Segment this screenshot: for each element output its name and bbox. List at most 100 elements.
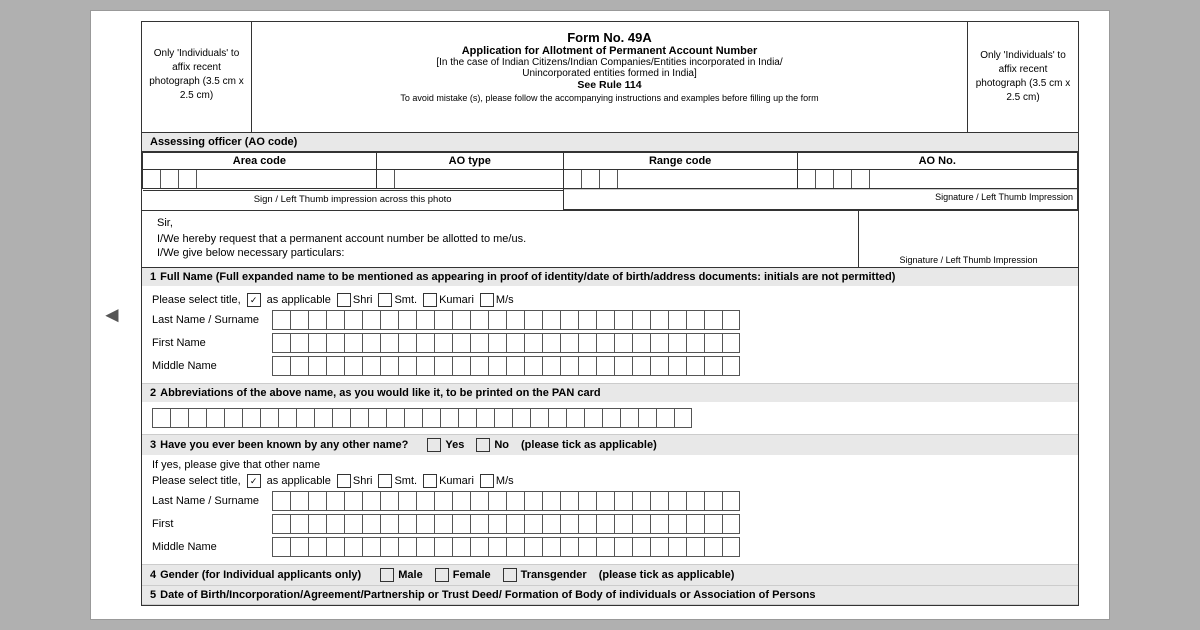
name-input-box-5[interactable] (362, 310, 380, 330)
name-input-box-21[interactable] (650, 514, 668, 534)
name-input-box-16[interactable] (560, 537, 578, 557)
ao-type-cell-2[interactable] (395, 170, 413, 188)
name-input-box-3[interactable] (326, 356, 344, 376)
name-input-box-19[interactable] (614, 356, 632, 376)
name-input-box-2[interactable] (188, 408, 206, 428)
s3-ms-checkbox[interactable] (480, 474, 494, 488)
name-input-box-4[interactable] (344, 310, 362, 330)
name-input-box-2[interactable] (308, 514, 326, 534)
name-input-box-17[interactable] (578, 514, 596, 534)
name-input-box-19[interactable] (494, 408, 512, 428)
name-input-box-10[interactable] (452, 537, 470, 557)
name-input-box-14[interactable] (404, 408, 422, 428)
name-input-box-20[interactable] (632, 537, 650, 557)
name-input-box-7[interactable] (278, 408, 296, 428)
name-input-box-14[interactable] (524, 333, 542, 353)
name-input-box-9[interactable] (434, 356, 452, 376)
name-input-box-21[interactable] (650, 537, 668, 557)
ao-range-cell-2[interactable] (582, 170, 600, 188)
name-input-box-26[interactable] (620, 408, 638, 428)
name-input-box-22[interactable] (668, 537, 686, 557)
name-input-box-2[interactable] (308, 333, 326, 353)
name-input-box-7[interactable] (398, 333, 416, 353)
name-input-box-21[interactable] (530, 408, 548, 428)
name-input-box-24[interactable] (704, 310, 722, 330)
name-input-box-10[interactable] (452, 491, 470, 511)
ao-area-cell-2[interactable] (161, 170, 179, 188)
name-input-box-19[interactable] (614, 310, 632, 330)
name-input-box-20[interactable] (632, 310, 650, 330)
ao-no-cell-4[interactable] (852, 170, 870, 188)
name-input-box-8[interactable] (416, 491, 434, 511)
name-input-box-8[interactable] (416, 356, 434, 376)
name-input-box-11[interactable] (470, 514, 488, 534)
ao-range-cell-1[interactable] (564, 170, 582, 188)
name-input-box-17[interactable] (578, 356, 596, 376)
name-input-box-3[interactable] (206, 408, 224, 428)
name-input-box-23[interactable] (686, 356, 704, 376)
name-input-box-11[interactable] (470, 537, 488, 557)
name-input-box-12[interactable] (488, 491, 506, 511)
name-input-box-25[interactable] (722, 491, 740, 511)
name-input-box-1[interactable] (290, 333, 308, 353)
name-input-box-20[interactable] (632, 514, 650, 534)
back-arrow[interactable]: ◄ (101, 302, 123, 328)
name-input-box-13[interactable] (506, 491, 524, 511)
name-input-box-10[interactable] (452, 356, 470, 376)
name-input-box-23[interactable] (686, 537, 704, 557)
name-input-box-25[interactable] (722, 537, 740, 557)
name-input-box-5[interactable] (362, 356, 380, 376)
name-input-box-15[interactable] (542, 514, 560, 534)
name-input-box-19[interactable] (614, 491, 632, 511)
name-input-box-11[interactable] (470, 310, 488, 330)
name-input-box-10[interactable] (452, 333, 470, 353)
name-input-box-10[interactable] (332, 408, 350, 428)
name-input-box-12[interactable] (488, 310, 506, 330)
name-input-box-24[interactable] (584, 408, 602, 428)
name-input-box-4[interactable] (344, 356, 362, 376)
name-input-box-10[interactable] (452, 514, 470, 534)
name-input-box-6[interactable] (260, 408, 278, 428)
name-input-box-22[interactable] (668, 333, 686, 353)
name-input-box-12[interactable] (488, 514, 506, 534)
name-input-box-15[interactable] (542, 537, 560, 557)
name-input-box-6[interactable] (380, 356, 398, 376)
name-input-box-12[interactable] (488, 356, 506, 376)
name-input-box-27[interactable] (638, 408, 656, 428)
name-input-box-22[interactable] (668, 491, 686, 511)
smt-checkbox[interactable] (378, 293, 392, 307)
name-input-box-1[interactable] (290, 537, 308, 557)
name-input-box-7[interactable] (398, 356, 416, 376)
name-input-box-9[interactable] (434, 333, 452, 353)
name-input-box-20[interactable] (632, 491, 650, 511)
name-input-box-22[interactable] (668, 310, 686, 330)
name-input-box-9[interactable] (434, 514, 452, 534)
transgender-checkbox[interactable] (503, 568, 517, 582)
ao-no-cell-2[interactable] (816, 170, 834, 188)
name-input-box-20[interactable] (632, 333, 650, 353)
name-input-box-11[interactable] (350, 408, 368, 428)
name-input-box-4[interactable] (344, 514, 362, 534)
name-input-box-15[interactable] (542, 491, 560, 511)
name-input-box-17[interactable] (458, 408, 476, 428)
name-input-box-9[interactable] (434, 310, 452, 330)
name-input-box-5[interactable] (362, 491, 380, 511)
name-input-box-24[interactable] (704, 333, 722, 353)
name-input-box-16[interactable] (560, 514, 578, 534)
name-input-box-18[interactable] (596, 310, 614, 330)
male-checkbox[interactable] (380, 568, 394, 582)
ao-area-cell-1[interactable] (143, 170, 161, 188)
name-input-box-3[interactable] (326, 491, 344, 511)
name-input-box-2[interactable] (308, 310, 326, 330)
name-input-box-13[interactable] (506, 514, 524, 534)
name-input-box-8[interactable] (416, 514, 434, 534)
name-input-box-16[interactable] (560, 356, 578, 376)
name-input-box-18[interactable] (596, 356, 614, 376)
name-input-box-7[interactable] (398, 491, 416, 511)
name-input-box-15[interactable] (542, 356, 560, 376)
name-input-box-1[interactable] (290, 356, 308, 376)
name-input-box-22[interactable] (668, 356, 686, 376)
name-input-box-15[interactable] (542, 310, 560, 330)
yes-checkbox[interactable] (427, 438, 441, 452)
name-input-box-8[interactable] (416, 537, 434, 557)
